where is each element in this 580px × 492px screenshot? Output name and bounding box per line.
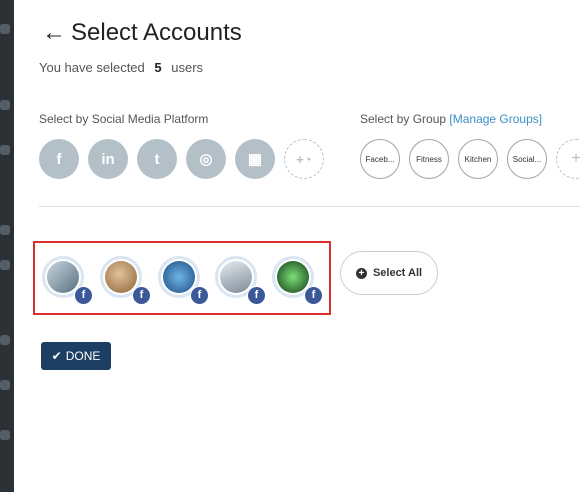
sidebar-icon[interactable] bbox=[0, 430, 10, 440]
add-group-button[interactable]: + bbox=[556, 139, 580, 179]
group-button[interactable]: Social... bbox=[507, 139, 547, 179]
add-platform-button[interactable]: +◔ bbox=[284, 139, 324, 179]
app-sidebar-strip bbox=[0, 0, 14, 492]
account-avatar[interactable]: f bbox=[272, 256, 323, 305]
group-button[interactable]: Faceb... bbox=[360, 139, 400, 179]
avatar-image bbox=[47, 261, 79, 293]
group-section-label: Select by Group [Manage Groups] bbox=[360, 112, 542, 126]
account-avatar[interactable]: f bbox=[42, 256, 93, 305]
selection-summary: You have selected 5 users bbox=[39, 60, 203, 75]
page-title: Select Accounts bbox=[71, 19, 242, 46]
sidebar-icon[interactable] bbox=[0, 225, 10, 235]
sidebar-icon[interactable] bbox=[0, 100, 10, 110]
sidebar-icon[interactable] bbox=[0, 145, 10, 155]
facebook-badge-icon: f bbox=[190, 286, 209, 305]
facebook-badge-icon: f bbox=[132, 286, 151, 305]
group-button[interactable]: Fitness bbox=[409, 139, 449, 179]
facebook-platform-button[interactable]: f bbox=[39, 139, 79, 179]
instagram-platform-button[interactable]: ◎ bbox=[186, 139, 226, 179]
account-avatar[interactable]: f bbox=[100, 256, 151, 305]
group-button[interactable]: Kitchen bbox=[458, 139, 498, 179]
select-all-label: Select All bbox=[372, 267, 423, 279]
twitter-platform-button[interactable]: t bbox=[137, 139, 177, 179]
checkmark-icon: ✔ bbox=[51, 349, 62, 363]
sidebar-icon[interactable] bbox=[0, 24, 10, 34]
done-button[interactable]: ✔ DONE bbox=[41, 342, 111, 370]
select-all-button[interactable]: + Select All bbox=[340, 251, 438, 295]
account-avatar[interactable]: f bbox=[158, 256, 209, 305]
done-label: DONE bbox=[65, 349, 101, 363]
avatar-image bbox=[105, 261, 137, 293]
sidebar-icon[interactable] bbox=[0, 335, 10, 345]
summary-prefix: You have selected bbox=[39, 60, 145, 75]
facebook-badge-icon: f bbox=[247, 286, 266, 305]
sidebar-icon[interactable] bbox=[0, 260, 10, 270]
facebook-badge-icon: f bbox=[304, 286, 323, 305]
linkedin-platform-button[interactable]: in bbox=[88, 139, 128, 179]
avatar-image bbox=[163, 261, 195, 293]
group-label-text: Select by Group bbox=[360, 112, 447, 126]
platform-section-label: Select by Social Media Platform bbox=[39, 112, 209, 126]
selected-count: 5 bbox=[154, 60, 162, 75]
gmb-platform-button[interactable]: ▦ bbox=[235, 139, 275, 179]
manage-groups-link[interactable]: [Manage Groups] bbox=[449, 112, 542, 126]
summary-suffix: users bbox=[171, 60, 204, 75]
avatar-image bbox=[277, 261, 309, 293]
account-avatar[interactable]: f bbox=[215, 256, 266, 305]
arrow-left-icon[interactable]: ← bbox=[42, 21, 66, 45]
facebook-badge-icon: f bbox=[74, 286, 93, 305]
select-accounts-panel: ← Select Accounts You have selected 5 us… bbox=[14, 0, 580, 492]
section-divider bbox=[39, 206, 580, 207]
avatar-image bbox=[220, 261, 252, 293]
sidebar-icon[interactable] bbox=[0, 380, 10, 390]
plus-circle-icon: + bbox=[355, 267, 367, 279]
